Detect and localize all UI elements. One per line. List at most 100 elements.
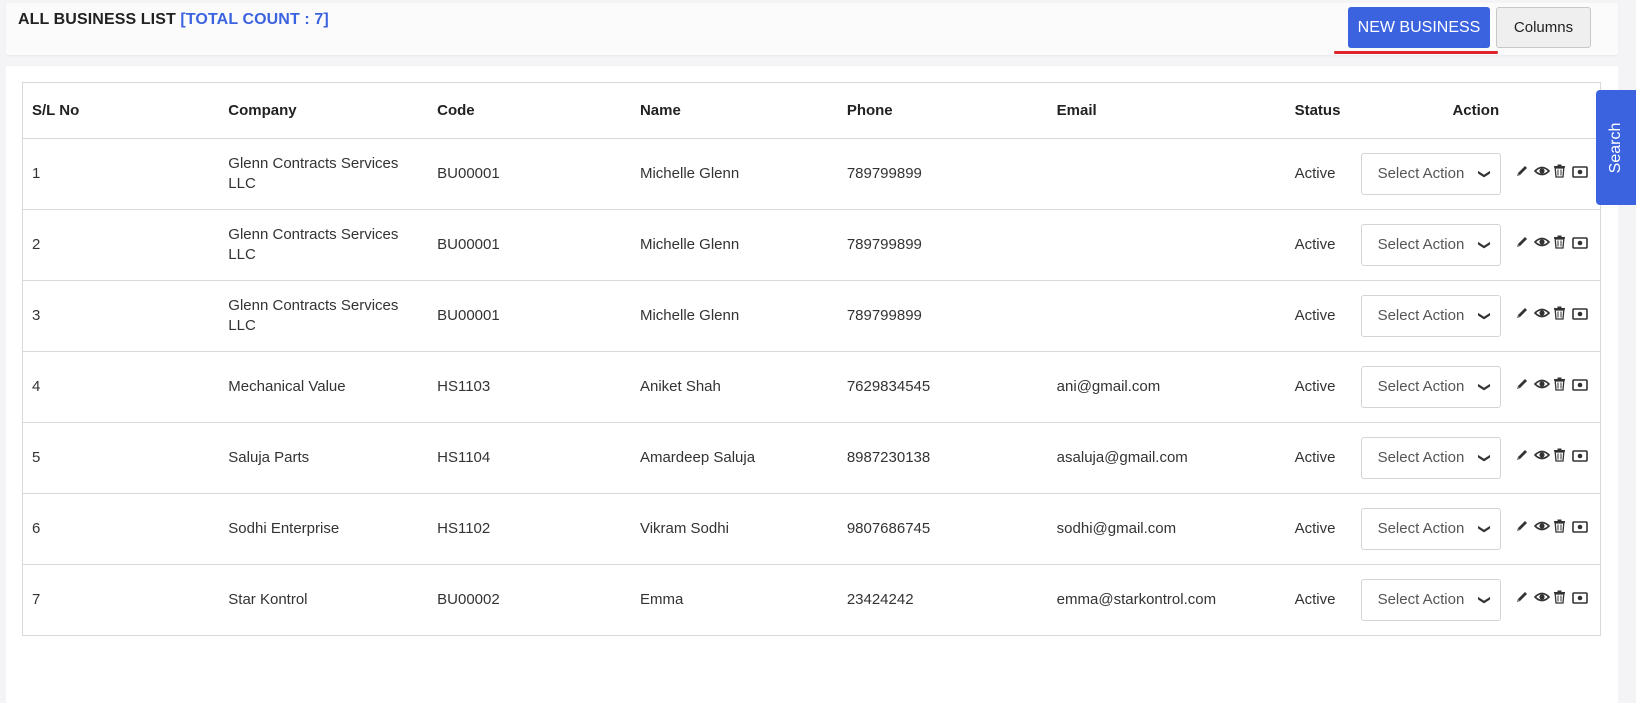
columns-button[interactable]: Columns — [1496, 7, 1591, 48]
cell-phone: 8987230138 — [837, 422, 1048, 494]
eye-icon[interactable] — [1533, 590, 1550, 610]
select-action-dropdown[interactable]: Select Action ❯ — [1360, 508, 1501, 550]
trash-icon[interactable] — [1553, 590, 1569, 610]
row-action-icons — [1515, 306, 1591, 326]
pencil-icon[interactable] — [1515, 377, 1531, 397]
eye-icon[interactable] — [1533, 164, 1550, 184]
cell-action: Select Action ❯ — [1351, 493, 1601, 565]
cell-action: Select Action ❯ — [1351, 564, 1601, 636]
cell-company: Star Kontrol — [219, 564, 429, 636]
col-header-status[interactable]: Status — [1285, 82, 1352, 139]
trash-icon[interactable] — [1553, 164, 1569, 184]
cell-status: Active — [1285, 564, 1352, 636]
money-icon[interactable] — [1571, 164, 1588, 184]
new-business-button[interactable]: NEW BUSINESS — [1348, 7, 1490, 48]
select-action-dropdown[interactable]: Select Action ❯ — [1360, 366, 1501, 408]
pencil-icon[interactable] — [1515, 306, 1531, 326]
col-header-action: Action — [1351, 82, 1601, 139]
pencil-icon[interactable] — [1515, 448, 1531, 468]
page-title-text: ALL BUSINESS LIST — [18, 11, 176, 28]
trash-icon[interactable] — [1553, 377, 1569, 397]
table-row: 3 Glenn Contracts Services LLC BU00001 Mich… — [22, 280, 1601, 352]
pencil-icon[interactable] — [1515, 590, 1531, 610]
cell-email: asaluja@gmail.com — [1047, 422, 1286, 494]
chevron-down-icon: ❯ — [1477, 381, 1492, 393]
pencil-icon[interactable] — [1515, 164, 1531, 184]
select-action-value: Select Action — [1377, 591, 1465, 608]
cell-phone: 7629834545 — [837, 351, 1048, 423]
cell-email — [1047, 209, 1286, 281]
pencil-icon[interactable] — [1515, 519, 1531, 539]
eye-icon[interactable] — [1533, 235, 1550, 255]
select-action-dropdown[interactable]: Select Action ❯ — [1360, 579, 1501, 621]
table-header-row: S/L No Company Code Name Phone Email Sta… — [22, 82, 1601, 139]
cell-name: Michelle Glenn — [630, 138, 838, 210]
chevron-down-icon: ❯ — [1477, 310, 1492, 322]
eye-icon[interactable] — [1533, 306, 1550, 326]
select-action-dropdown[interactable]: Select Action ❯ — [1360, 224, 1501, 266]
cell-name: Vikram Sodhi — [630, 493, 838, 565]
col-header-phone[interactable]: Phone — [837, 82, 1048, 139]
select-action-value: Select Action — [1377, 236, 1465, 253]
money-icon[interactable] — [1571, 519, 1588, 539]
cell-phone: 789799899 — [837, 209, 1048, 281]
eye-icon[interactable] — [1533, 519, 1550, 539]
select-action-dropdown[interactable]: Select Action ❯ — [1360, 153, 1501, 195]
cell-phone: 23424242 — [837, 564, 1048, 636]
cell-status: Active — [1285, 280, 1352, 352]
cell-code: HS1103 — [428, 351, 631, 423]
cell-action: Select Action ❯ — [1351, 351, 1601, 423]
cell-action: Select Action ❯ — [1351, 138, 1601, 210]
cell-code: HS1102 — [428, 493, 631, 565]
select-action-dropdown[interactable]: Select Action ❯ — [1360, 295, 1501, 337]
cell-phone: 789799899 — [837, 138, 1048, 210]
money-icon[interactable] — [1571, 377, 1588, 397]
cell-sl: 3 — [22, 280, 220, 352]
select-action-value: Select Action — [1377, 307, 1465, 324]
cell-company: Sodhi Enterprise — [219, 493, 429, 565]
col-header-sl[interactable]: S/L No — [22, 82, 220, 139]
cell-email: ani@gmail.com — [1047, 351, 1286, 423]
row-action-icons — [1515, 590, 1591, 610]
money-icon[interactable] — [1571, 306, 1588, 326]
money-icon[interactable] — [1571, 448, 1588, 468]
trash-icon[interactable] — [1553, 448, 1569, 468]
chevron-down-icon: ❯ — [1477, 594, 1492, 606]
search-tab[interactable]: Search — [1596, 90, 1636, 205]
cell-email: emma@starkontrol.com — [1047, 564, 1286, 636]
col-header-name[interactable]: Name — [630, 82, 838, 139]
cell-email — [1047, 280, 1286, 352]
business-table: S/L No Company Code Name Phone Email Sta… — [22, 82, 1601, 636]
page-title: ALL BUSINESS LIST [TOTAL COUNT : 7] — [18, 11, 329, 29]
select-action-value: Select Action — [1377, 378, 1465, 395]
cell-sl: 1 — [22, 138, 220, 210]
trash-icon[interactable] — [1553, 519, 1569, 539]
cell-sl: 7 — [22, 564, 220, 636]
money-icon[interactable] — [1571, 235, 1588, 255]
cell-email: sodhi@gmail.com — [1047, 493, 1286, 565]
cell-name: Emma — [630, 564, 838, 636]
cell-status: Active — [1285, 209, 1352, 281]
table-row: 2 Glenn Contracts Services LLC BU00001 Mich… — [22, 209, 1601, 281]
col-header-company[interactable]: Company — [219, 82, 429, 139]
trash-icon[interactable] — [1553, 235, 1569, 255]
table-row: 6 Sodhi Enterprise HS1102 Vikram Sodhi 98076… — [22, 493, 1601, 565]
select-action-value: Select Action — [1377, 165, 1465, 182]
row-action-icons — [1515, 377, 1591, 397]
cell-name: Michelle Glenn — [630, 209, 838, 281]
cell-code: BU00001 — [428, 209, 631, 281]
select-action-value: Select Action — [1377, 449, 1465, 466]
pencil-icon[interactable] — [1515, 235, 1531, 255]
select-action-dropdown[interactable]: Select Action ❯ — [1360, 437, 1501, 479]
col-header-code[interactable]: Code — [428, 82, 631, 139]
money-icon[interactable] — [1571, 590, 1588, 610]
cell-name: Aniket Shah — [630, 351, 838, 423]
trash-icon[interactable] — [1553, 306, 1569, 326]
eye-icon[interactable] — [1533, 448, 1550, 468]
cell-code: HS1104 — [428, 422, 631, 494]
cell-code: BU00001 — [428, 280, 631, 352]
cell-sl: 6 — [22, 493, 220, 565]
cell-status: Active — [1285, 351, 1352, 423]
eye-icon[interactable] — [1533, 377, 1550, 397]
col-header-email[interactable]: Email — [1047, 82, 1286, 139]
